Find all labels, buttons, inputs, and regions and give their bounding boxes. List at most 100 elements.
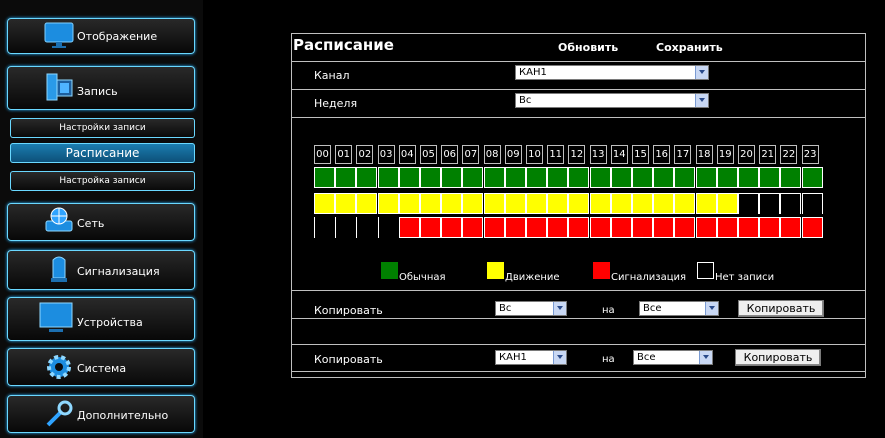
schedule-cell-empty[interactable] [738,193,759,214]
schedule-cell-empty[interactable] [377,217,399,238]
schedule-cell-normal[interactable] [356,167,378,188]
schedule-cell-motion[interactable] [504,193,526,214]
schedule-cell-motion[interactable] [589,193,611,214]
schedule-cell-normal[interactable] [610,167,632,188]
channel-select[interactable]: КАН1 [515,65,709,80]
schedule-cell-alarm[interactable] [441,217,463,238]
schedule-cell-normal[interactable] [716,167,738,188]
schedule-cell-normal[interactable] [695,167,717,188]
schedule-cell-empty[interactable] [780,193,802,214]
schedule-cell-alarm[interactable] [504,217,526,238]
schedule-cell-motion[interactable] [695,193,717,214]
schedule-cell-normal[interactable] [504,167,526,188]
schedule-cell-motion[interactable] [716,193,738,214]
hour-label: 16 [653,145,671,164]
copy-channel-button[interactable]: Копировать [735,349,821,366]
schedule-cell-alarm[interactable] [547,217,569,238]
schedule-cell-alarm[interactable] [610,217,632,238]
schedule-cell-alarm[interactable] [801,217,823,238]
hour-label: 06 [441,145,459,164]
schedule-cell-motion[interactable] [398,193,420,214]
sidebar-item-devices[interactable]: Устройства [7,297,195,341]
schedule-cell-normal[interactable] [377,167,399,188]
sidebar-subitem-schedule[interactable]: Расписание [10,143,195,163]
schedule-cell-normal[interactable] [547,167,569,188]
sidebar-subitem-record-config[interactable]: Настройка записи [10,171,195,191]
schedule-cell-normal[interactable] [526,167,547,188]
schedule-cell-motion[interactable] [462,193,484,214]
schedule-cell-normal[interactable] [335,167,357,188]
schedule-cell-alarm[interactable] [462,217,484,238]
copy-day-button[interactable]: Копировать [738,300,824,317]
schedule-cell-empty[interactable] [335,217,356,238]
schedule-cell-motion[interactable] [420,193,441,214]
schedule-cell-alarm[interactable] [695,217,717,238]
sidebar-item-system[interactable]: Система [7,348,195,386]
page-title: Расписание [293,36,394,54]
schedule-cell-normal[interactable] [653,167,675,188]
schedule-cell-motion[interactable] [632,193,653,214]
schedule-cell-normal[interactable] [314,167,335,188]
schedule-cell-motion[interactable] [674,193,696,214]
schedule-cell-motion[interactable] [653,193,675,214]
schedule-cell-alarm[interactable] [674,217,696,238]
schedule-cell-normal[interactable] [441,167,463,188]
schedule-cell-alarm[interactable] [526,217,547,238]
schedule-cell-normal[interactable] [568,167,590,188]
schedule-cell-normal[interactable] [801,167,823,188]
schedule-cell-motion[interactable] [610,193,632,214]
schedule-cell-motion[interactable] [483,193,505,214]
schedule-cell-alarm[interactable] [653,217,675,238]
copy-day-to-select[interactable]: Все [639,301,719,316]
schedule-cell-motion[interactable] [335,193,357,214]
sidebar-item-network[interactable]: Сеть [7,203,195,241]
sidebar-item-advanced[interactable]: Дополнительно [7,395,195,433]
hour-label: 15 [632,145,649,164]
schedule-cell-normal[interactable] [738,167,759,188]
save-button[interactable]: Сохранить [656,41,723,54]
hour-label: 12 [568,145,586,164]
sidebar-item-display[interactable]: Отображение [7,18,195,54]
schedule-cell-alarm[interactable] [738,217,759,238]
copy-day-from-select[interactable]: Вс [495,301,567,316]
schedule-cell-empty[interactable] [314,217,335,238]
schedule-cell-motion[interactable] [314,193,335,214]
sidebar-item-alarm[interactable]: Сигнализация [7,250,195,290]
schedule-cell-empty[interactable] [801,193,823,214]
sidebar-item-record[interactable]: Запись [7,66,195,110]
schedule-cell-alarm[interactable] [483,217,505,238]
schedule-cell-normal[interactable] [589,167,611,188]
schedule-cell-motion[interactable] [441,193,463,214]
schedule-cell-alarm[interactable] [398,217,420,238]
copy-channel-to-select[interactable]: Все [633,350,713,365]
schedule-cell-motion[interactable] [377,193,399,214]
schedule-cell-empty[interactable] [356,217,377,238]
refresh-button[interactable]: Обновить [558,41,618,54]
chevron-down-icon [705,302,718,315]
schedule-cell-normal[interactable] [759,167,781,188]
schedule-cell-normal[interactable] [632,167,653,188]
schedule-cell-normal[interactable] [483,167,505,188]
schedule-cell-motion[interactable] [356,193,378,214]
schedule-cell-normal[interactable] [462,167,484,188]
schedule-cell-motion[interactable] [526,193,547,214]
schedule-cell-normal[interactable] [398,167,420,188]
schedule-cell-alarm[interactable] [716,217,738,238]
schedule-cell-motion[interactable] [547,193,569,214]
schedule-cell-alarm[interactable] [632,217,653,238]
week-select[interactable]: Вс [515,93,709,108]
schedule-cell-empty[interactable] [759,193,781,214]
alarm-siren-icon [51,256,67,282]
schedule-cell-motion[interactable] [568,193,590,214]
hour-label: 08 [483,145,501,164]
schedule-cell-normal[interactable] [420,167,441,188]
schedule-cell-alarm[interactable] [568,217,590,238]
schedule-cell-alarm[interactable] [420,217,441,238]
schedule-cell-alarm[interactable] [780,217,802,238]
schedule-cell-normal[interactable] [674,167,696,188]
sidebar-subitem-record-settings[interactable]: Настройки записи [10,118,195,138]
schedule-cell-normal[interactable] [780,167,802,188]
schedule-cell-alarm[interactable] [759,217,781,238]
copy-channel-from-select[interactable]: КАН1 [495,350,567,365]
schedule-cell-alarm[interactable] [589,217,611,238]
